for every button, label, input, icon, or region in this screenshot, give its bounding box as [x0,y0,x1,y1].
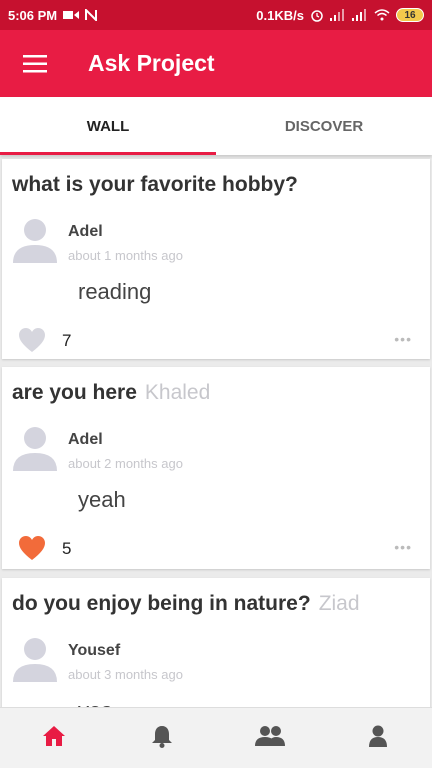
heart-icon[interactable] [18,327,46,353]
question-text: are you here [12,381,137,404]
answer-text: yes [78,698,112,707]
network-speed: 0.1KB/s [256,7,304,23]
tab-bar: WALL DISCOVER [0,97,432,155]
post-card: what is your favorite hobby? Adel about … [2,159,430,359]
bottom-navigation [0,707,432,768]
tab-discover[interactable]: DISCOVER [216,97,432,155]
question-text: do you enjoy being in nature? [12,592,311,615]
post-card: are you here Khaled Adel about 2 months a… [2,367,430,569]
heart-icon[interactable] [18,535,46,561]
alarm-icon [310,8,324,22]
avatar[interactable] [12,636,58,682]
question-title[interactable]: what is your favorite hobby? [12,173,298,197]
feed[interactable]: what is your favorite hobby? Adel about … [0,155,432,707]
battery-icon: 16 [396,8,424,22]
post-time: about 1 months ago [68,248,183,263]
nav-home[interactable] [0,708,108,768]
nav-people[interactable] [216,708,324,768]
more-options-icon[interactable]: ••• [394,331,412,347]
signal-icon [330,9,346,21]
question-text: what is your favorite hobby? [12,173,298,196]
bell-icon [151,724,173,753]
answer-text: reading [78,279,152,304]
battery-level: 16 [404,9,416,21]
post-card: do you enjoy being in nature? Ziad Yousef… [2,578,430,707]
signal-icon [352,9,368,21]
answer-text: yeah [78,487,126,512]
user-name[interactable]: Adel [68,431,103,449]
nav-notifications[interactable] [108,708,216,768]
post-time: about 3 months ago [68,667,183,682]
like-count: 5 [62,539,72,558]
hamburger-menu-icon[interactable] [0,30,70,97]
question-recipient[interactable]: Khaled [145,381,210,404]
user-name[interactable]: Yousef [68,642,120,660]
video-icon [63,10,80,20]
status-time: 5:06 PM [8,7,58,23]
tab-wall-label: WALL [86,117,130,135]
tab-discover-label: DISCOVER [284,117,364,135]
more-options-icon[interactable]: ••• [394,539,412,555]
person-icon [368,725,388,752]
status-bar: 5:06 PM 0.1KB/s 16 [0,0,432,30]
app-bar: Ask Project [0,30,432,97]
avatar[interactable] [12,425,58,471]
tab-wall[interactable]: WALL [0,97,216,155]
wifi-icon [374,9,390,21]
user-name[interactable]: Adel [68,223,103,241]
question-title[interactable]: do you enjoy being in nature? Ziad [12,592,360,616]
question-title[interactable]: are you here Khaled [12,381,210,405]
n-icon [85,9,98,21]
avatar[interactable] [12,217,58,263]
like-count: 7 [62,331,72,350]
question-recipient[interactable]: Ziad [319,592,360,615]
people-icon [255,725,285,752]
home-icon [42,725,66,752]
post-time: about 2 months ago [68,456,183,471]
app-title: Ask Project [88,50,215,76]
nav-profile[interactable] [324,708,432,768]
